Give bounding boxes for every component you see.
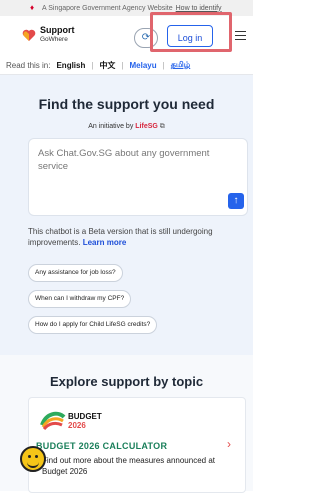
- gov-banner-text: A Singapore Government Agency Website: [42, 4, 173, 12]
- language-divider: |: [121, 60, 124, 70]
- chevron-right-icon[interactable]: ›: [227, 437, 231, 451]
- language-chinese[interactable]: 中文: [99, 60, 115, 71]
- language-label: Read this in:: [6, 60, 51, 70]
- budget-logo-word: BUDGET: [68, 412, 102, 421]
- topics-title: Explore support by topic: [49, 374, 204, 389]
- chat-input-placeholder[interactable]: Ask Chat.Gov.SG about any government ser…: [38, 147, 218, 173]
- language-english[interactable]: English: [56, 61, 85, 70]
- logo-title: Support: [40, 25, 75, 35]
- beta-note: This chatbot is a Beta version that is s…: [28, 226, 243, 248]
- language-divider: |: [91, 60, 94, 70]
- card-title[interactable]: BUDGET 2026 CALCULATOR: [36, 441, 167, 451]
- budget-logo-year: 2026: [68, 421, 86, 430]
- heart-logo-icon: [22, 29, 36, 41]
- suggestion-chip[interactable]: When can I withdraw my CPF?: [28, 290, 132, 308]
- logo-subtitle: GoWhere: [40, 36, 68, 43]
- card-description: Find out more about the measures announc…: [42, 456, 215, 476]
- suggestion-chip[interactable]: How do I apply for Child LifeSG credits?: [28, 316, 158, 334]
- language-malay[interactable]: Melayu: [130, 61, 157, 70]
- language-divider: |: [162, 60, 165, 70]
- identify-link[interactable]: How to identify: [176, 5, 222, 12]
- hero-title: Find the support you need: [38, 96, 215, 112]
- initiative-prefix: An initiative by: [88, 123, 134, 130]
- language-bar: Read this in: English | 中文 | Melayu | தம…: [0, 56, 253, 75]
- login-button[interactable]: Log in: [167, 25, 213, 47]
- smiley-face-icon[interactable]: [20, 446, 46, 472]
- site-logo[interactable]: Support GoWhere: [40, 26, 75, 44]
- lifesg-link[interactable]: LifeSG: [135, 123, 158, 130]
- suggestion-chip[interactable]: Any assistance for job loss?: [28, 264, 123, 282]
- budget-logo-icon: [40, 411, 66, 431]
- learn-more-link[interactable]: Learn more: [83, 238, 127, 247]
- initiative-line: An initiative by LifeSG ⧉: [0, 123, 253, 131]
- send-arrow-icon[interactable]: ↑: [228, 193, 244, 209]
- hamburger-menu-icon[interactable]: [235, 31, 246, 40]
- lion-head-icon: ♦: [30, 3, 35, 12]
- language-tamil[interactable]: தமிழ்: [171, 60, 191, 70]
- external-link-icon[interactable]: ⧉: [160, 123, 165, 130]
